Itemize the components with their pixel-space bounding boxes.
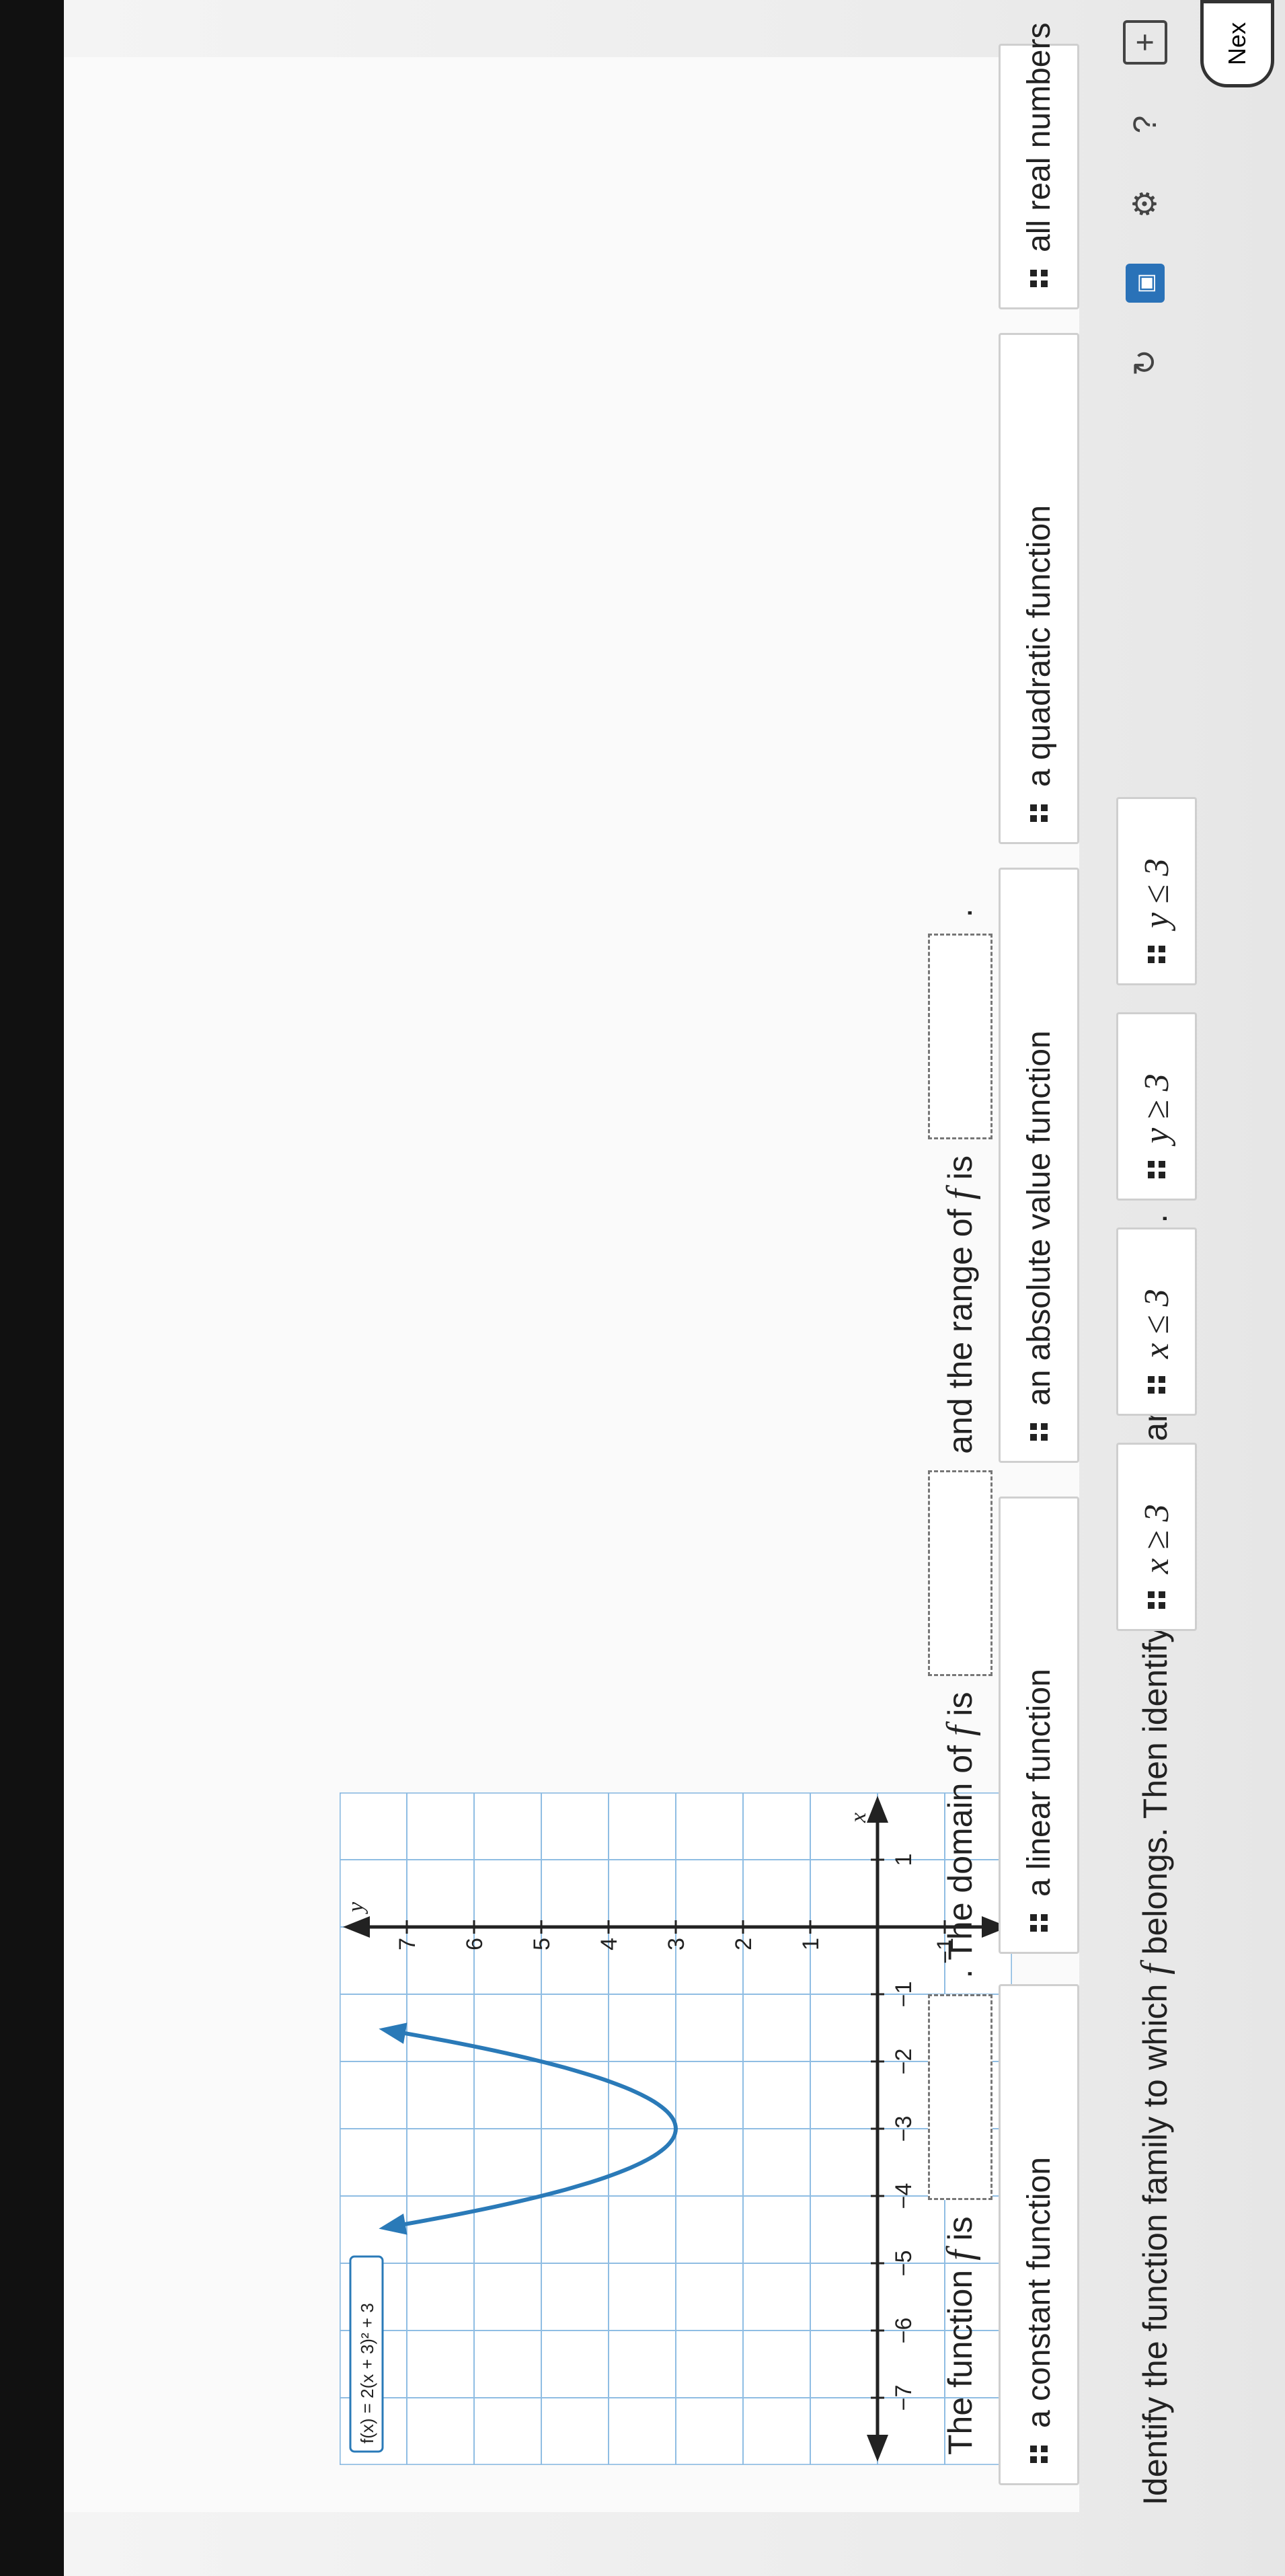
choice-label: x ≤ 3 xyxy=(1137,1289,1176,1359)
function-label: f(x) = 2(x + 3)² + 3 xyxy=(357,2303,377,2444)
graph-svg: −7−6−5−4−3−2−11 −11234567 f(x) = 2(x + 3… xyxy=(340,1792,1012,2465)
y-tick-label: 4 xyxy=(596,1938,622,1950)
choice-label: a linear function xyxy=(1021,1669,1057,1897)
sentence-var-1: f xyxy=(939,2250,981,2261)
x-tick-label: 1 xyxy=(891,1854,917,1866)
sentence-part-4: is xyxy=(941,1692,979,1716)
screen: Identify the function family to which f … xyxy=(0,0,1285,2576)
x-tick-label: −6 xyxy=(891,2318,917,2344)
choice-chip[interactable]: all real numbers xyxy=(999,23,1079,309)
drag-handle-icon xyxy=(1148,1591,1165,1609)
sentence-part-1: The function xyxy=(941,2269,979,2455)
choice-label: an absolute value function xyxy=(1021,1030,1057,1406)
function-family-drop-slot[interactable] xyxy=(928,1994,992,2201)
range-drop-slot[interactable] xyxy=(928,934,992,1140)
sentence-var-3: f xyxy=(939,1189,981,1200)
choice-chip[interactable]: a constant function xyxy=(999,1984,1079,2485)
y-tick-label: 6 xyxy=(462,1938,488,1950)
sentence-var-2: f xyxy=(939,1725,981,1737)
sentence-part-5: and the range of xyxy=(941,1209,979,1454)
content-panel: −7 −6 −5 −4 −3 −2 −1 1 −1 1 2 3 4 5 6 7 f(x) = 2(x + 3… xyxy=(64,23,1197,2512)
drag-handle-icon xyxy=(1030,270,1048,287)
y-tick-label: 2 xyxy=(731,1938,756,1950)
drag-handle-icon xyxy=(1148,946,1165,963)
x-tick-label: −3 xyxy=(891,2116,917,2142)
y-tick-label: 5 xyxy=(529,1938,555,1950)
choice-label: y ≤ 3 xyxy=(1137,858,1176,928)
function-label-box: f(x) = 2(x + 3)² + 3 xyxy=(349,2255,384,2453)
x-tick-label: −7 xyxy=(891,2385,917,2411)
drag-handle-icon xyxy=(1030,1423,1048,1441)
choice-label: x ≥ 3 xyxy=(1137,1504,1176,1574)
sentence-part-6: is xyxy=(941,1156,979,1180)
sentence-part-3: . The domain of xyxy=(941,1745,979,1979)
x-axis-label: x xyxy=(846,1813,871,1823)
expand-icon[interactable]: + xyxy=(1123,20,1167,65)
choice-chip[interactable]: x ≥ 3 xyxy=(1116,1443,1197,1631)
choice-label: all real numbers xyxy=(1021,22,1057,252)
sentence-part-2: is xyxy=(941,2216,979,2241)
choice-chip[interactable]: an absolute value function xyxy=(999,868,1079,1463)
function-graph: −7 −6 −5 −4 −3 −2 −1 1 −1 1 2 3 4 5 6 7 f(x) = 2(x + 3… xyxy=(340,1792,1012,2465)
choice-chip[interactable]: a quadratic function xyxy=(999,333,1079,844)
choice-label: y ≥ 3 xyxy=(1137,1073,1176,1143)
drag-handle-icon xyxy=(1030,2446,1048,2463)
top-bar xyxy=(0,0,64,2576)
choice-chip[interactable]: y ≥ 3 xyxy=(1116,1012,1197,1201)
answer-choices: a constant function a linear function an… xyxy=(999,23,1268,2485)
choice-label: a constant function xyxy=(1021,2157,1057,2428)
question-sheet: Identify the function family to which f … xyxy=(64,0,1285,2576)
drag-handle-icon xyxy=(1148,1376,1165,1394)
y-tick-label: 3 xyxy=(664,1938,689,1950)
domain-drop-slot[interactable] xyxy=(928,1470,992,1676)
choice-chip[interactable]: y ≤ 3 xyxy=(1116,797,1197,985)
x-tick-label: −2 xyxy=(891,2049,917,2075)
drag-handle-icon xyxy=(1030,804,1048,822)
x-tick-label: −4 xyxy=(891,2183,917,2209)
answer-sentence: The function f is . The domain of f is a… xyxy=(928,908,992,2455)
x-tick-label: −5 xyxy=(891,2250,917,2277)
x-tick-label: −1 xyxy=(891,1981,917,2008)
sentence-part-7: . xyxy=(941,908,979,918)
y-tick-label: 1 xyxy=(798,1938,824,1950)
choice-label: a quadratic function xyxy=(1021,505,1057,787)
y-tick-label: 7 xyxy=(395,1938,420,1950)
drag-handle-icon xyxy=(1030,1914,1048,1932)
drag-handle-icon xyxy=(1148,1161,1165,1178)
choice-chip[interactable]: a linear function xyxy=(999,1497,1079,1954)
choice-chip[interactable]: x ≤ 3 xyxy=(1116,1227,1197,1416)
